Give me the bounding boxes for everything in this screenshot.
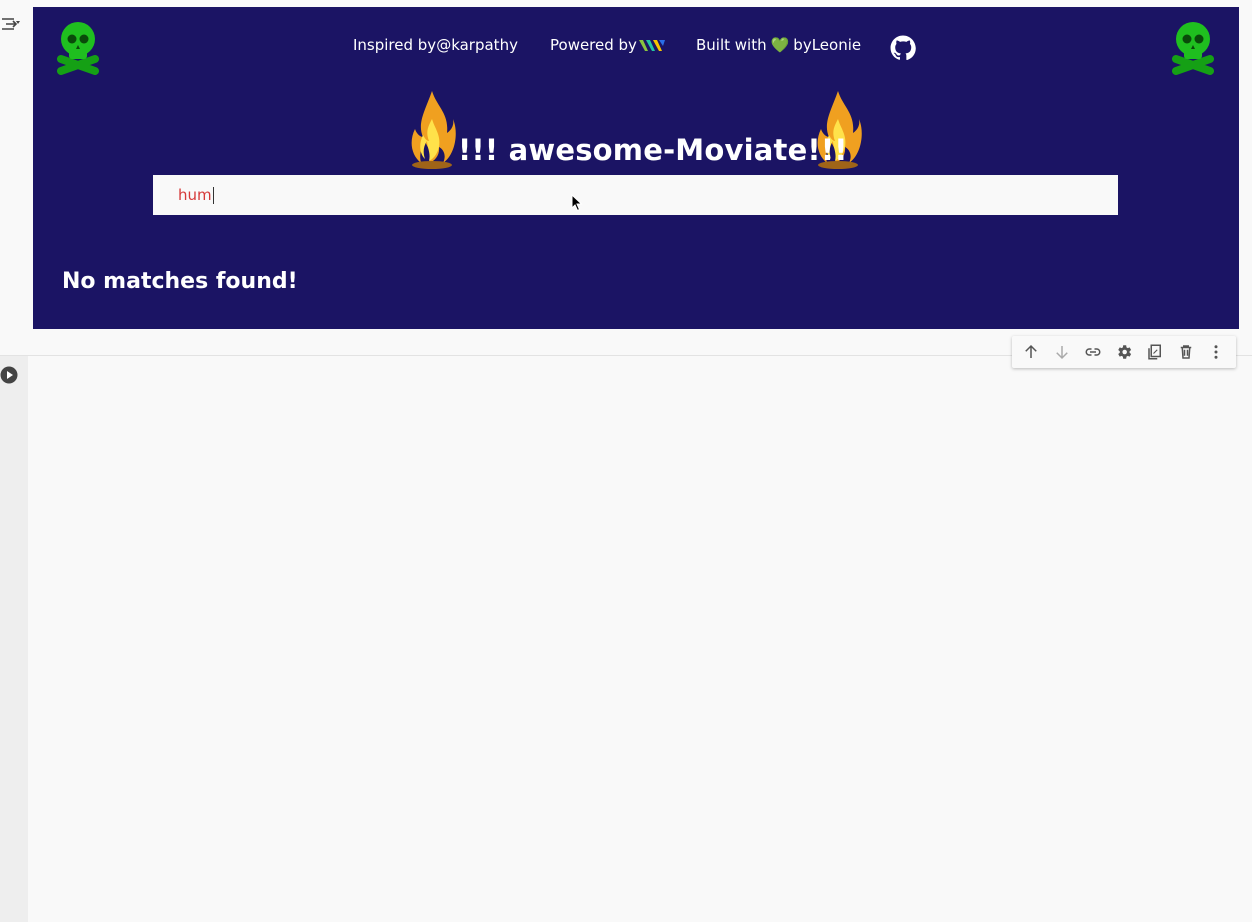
text-caret	[212, 187, 214, 204]
fire-icon	[411, 91, 456, 169]
more-vert-icon	[1214, 345, 1218, 359]
run-cell-icon[interactable]	[0, 366, 18, 384]
search-input[interactable]: hum	[153, 175, 1118, 215]
more-actions-button[interactable]	[1204, 340, 1228, 364]
built-by-link[interactable]: Built with 💚 byLeonie	[696, 36, 861, 54]
built-by-author: byLeonie	[793, 36, 862, 54]
app-banner: Inspired by@karpathy Powered by Built wi…	[33, 7, 1239, 329]
inspired-by-link[interactable]: Inspired by@karpathy	[353, 36, 518, 54]
link-icon	[1085, 348, 1101, 356]
mirror-cell-icon	[1148, 344, 1161, 360]
collapse-output-icon[interactable]	[0, 14, 22, 34]
powered-by-text: Powered by	[550, 36, 637, 54]
page-title: !!! awesome-Moviate!!!	[458, 133, 848, 167]
delete-cell-button[interactable]	[1174, 340, 1198, 364]
cell-settings-button[interactable]	[1112, 340, 1136, 364]
inspired-by-text: Inspired by@karpathy	[353, 36, 518, 54]
cell-toolbar	[1012, 336, 1236, 368]
green-heart-icon: 💚	[770, 36, 790, 54]
github-icon[interactable]	[890, 35, 916, 61]
gear-icon	[1118, 345, 1132, 359]
mirror-cell-button[interactable]	[1143, 340, 1167, 364]
powered-by-link[interactable]: Powered by	[550, 36, 666, 54]
search-input-value: hum	[178, 186, 212, 204]
no-results-message: No matches found!	[62, 269, 298, 294]
copy-link-button[interactable]	[1081, 340, 1105, 364]
banner-nav: Inspired by@karpathy Powered by Built wi…	[33, 33, 1239, 61]
notebook-gutter	[0, 0, 33, 330]
code-cell-gutter	[0, 356, 28, 922]
mouse-cursor-icon	[571, 194, 583, 212]
trash-icon	[1180, 345, 1191, 359]
move-cell-down-button[interactable]	[1050, 340, 1074, 364]
arrow-up-icon	[1025, 344, 1038, 358]
weaviate-logo-icon	[638, 40, 665, 51]
title-row: !!! awesome-Moviate!!!	[33, 89, 1239, 171]
built-with-text: Built with	[696, 36, 767, 54]
move-cell-up-button[interactable]	[1019, 340, 1043, 364]
arrow-down-icon	[1056, 346, 1069, 360]
